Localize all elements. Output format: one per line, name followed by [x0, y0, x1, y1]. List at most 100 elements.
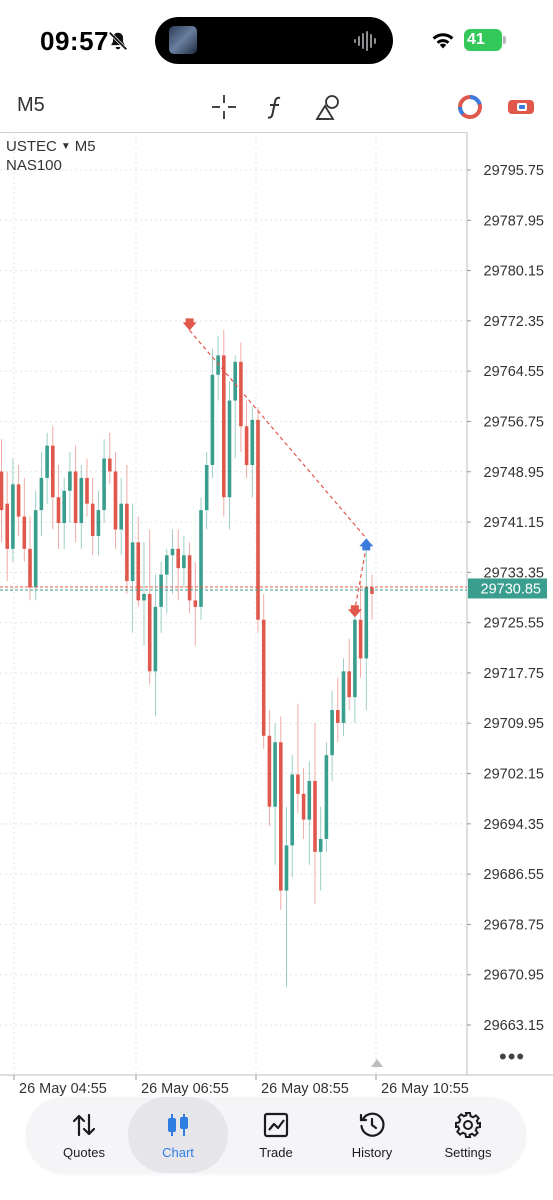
- candle-body: [136, 542, 141, 601]
- candle-body: [176, 548, 180, 569]
- candle-body: [261, 619, 266, 736]
- battery-level: 41: [467, 31, 485, 48]
- candle-body: [68, 471, 72, 491]
- candle-body: [5, 503, 9, 549]
- candle-body: [22, 516, 27, 549]
- candle-body: [324, 755, 329, 839]
- price-tick-label: 29709.95: [484, 716, 544, 732]
- price-tick-label: 29780.15: [484, 264, 544, 280]
- battery-icon: 41: [464, 29, 502, 51]
- time-tick-label: 26 May 06:55: [141, 1081, 229, 1097]
- nav-quotes[interactable]: Quotes: [34, 1097, 134, 1173]
- candle-body: [142, 593, 146, 601]
- time-tick-label: 26 May 08:55: [261, 1081, 349, 1097]
- candle-body: [296, 774, 300, 794]
- audio-waveform-icon: [354, 31, 376, 51]
- candle-body: [279, 742, 283, 891]
- candle-body: [62, 490, 66, 524]
- nav-label: Trade: [259, 1145, 293, 1160]
- nav-history[interactable]: History: [322, 1097, 422, 1173]
- bottom-navigation: Quotes Chart Trade History Settings: [26, 1097, 526, 1173]
- price-tick-label: 29764.55: [484, 364, 544, 380]
- candle-body: [204, 464, 209, 511]
- price-tick-label: 29717.75: [484, 666, 544, 682]
- objects-icon[interactable]: [313, 92, 343, 122]
- candle-body: [96, 510, 101, 536]
- price-tick-label: 29787.95: [484, 213, 544, 229]
- candle-body: [290, 774, 294, 846]
- wifi-icon: [432, 33, 454, 49]
- chart-toolbar: M5: [0, 82, 553, 132]
- candle-body: [239, 361, 243, 427]
- nav-chart[interactable]: Chart: [128, 1097, 228, 1173]
- candle-body: [73, 471, 78, 524]
- status-time: 09:57: [40, 26, 109, 56]
- timeframe-selector[interactable]: M5: [17, 94, 45, 117]
- price-tick-label: 29748.95: [484, 465, 544, 481]
- nav-label: Chart: [162, 1145, 194, 1160]
- battery-cap: [503, 36, 506, 44]
- candle-body: [273, 742, 277, 807]
- symbol-name: USTEC: [6, 138, 57, 155]
- candlestick-icon: [168, 1114, 188, 1136]
- nav-trade[interactable]: Trade: [226, 1097, 326, 1173]
- candle-body: [267, 735, 272, 807]
- price-chart[interactable]: 29795.75 29787.95 29780.15 29772.35 29764.55…: [0, 132, 553, 1097]
- candle-body: [79, 477, 84, 524]
- candle-body: [0, 471, 4, 511]
- candle-body: [51, 445, 55, 498]
- candle-body: [244, 426, 249, 465]
- candle-body: [364, 587, 369, 659]
- candle-body: [187, 555, 192, 601]
- price-tick-label: 29756.75: [484, 414, 544, 430]
- candle-body: [165, 555, 169, 575]
- candle-body: [284, 845, 289, 891]
- indicators-icon[interactable]: [261, 92, 291, 122]
- candle-body: [90, 503, 95, 536]
- chart-symbol-header[interactable]: USTEC ▼ M5: [6, 138, 96, 155]
- candle-body: [330, 710, 334, 756]
- one-click-trading-icon[interactable]: [455, 92, 485, 122]
- price-tick-label: 29795.75: [484, 163, 544, 179]
- candle-body: [182, 555, 186, 569]
- candle-body: [313, 780, 317, 852]
- crosshair-icon[interactable]: [209, 92, 239, 122]
- candle-body: [33, 510, 38, 588]
- price-tick-label: 29678.75: [484, 917, 544, 933]
- candle-body: [147, 593, 152, 672]
- nav-label: Quotes: [63, 1145, 105, 1160]
- candle-body: [39, 477, 44, 511]
- gear-icon: [455, 1112, 481, 1138]
- price-tick-label: 29663.15: [484, 1018, 544, 1034]
- candle-body: [336, 710, 340, 723]
- trade-link-line: [189, 329, 367, 539]
- chart-canvas[interactable]: 29795.75 29787.95 29780.15 29772.35 29764.55…: [0, 132, 553, 1097]
- candle-body: [119, 503, 123, 530]
- candle-body: [250, 419, 255, 465]
- nav-label: History: [351, 1145, 393, 1160]
- chart-shift-icon: [371, 1059, 383, 1067]
- more-options-icon[interactable]: •••: [499, 1044, 525, 1070]
- candle-body: [193, 600, 198, 607]
- nav-settings[interactable]: Settings: [418, 1097, 518, 1173]
- candle-body: [210, 374, 215, 465]
- nav-label: Settings: [444, 1145, 492, 1160]
- time-tick-label: 26 May 04:55: [19, 1081, 107, 1097]
- candle-body: [199, 510, 203, 607]
- account-switch-icon[interactable]: [506, 92, 536, 122]
- symbol-timeframe: M5: [74, 138, 96, 155]
- candle-body: [130, 542, 135, 582]
- candle-body: [341, 671, 346, 723]
- candle-body: [318, 838, 323, 852]
- candle-body: [159, 574, 163, 607]
- price-tick-label: 29741.15: [484, 515, 544, 531]
- candle-body: [45, 445, 49, 478]
- price-tick-label: 29772.35: [484, 314, 544, 330]
- candle-body: [353, 619, 357, 698]
- candle-body: [370, 587, 374, 594]
- candle-body: [113, 471, 118, 530]
- dynamic-island[interactable]: [155, 17, 393, 64]
- sell-arrow-icon: [182, 318, 197, 331]
- price-tick-label: 29702.15: [484, 767, 544, 783]
- trade-chart-icon: [263, 1112, 289, 1138]
